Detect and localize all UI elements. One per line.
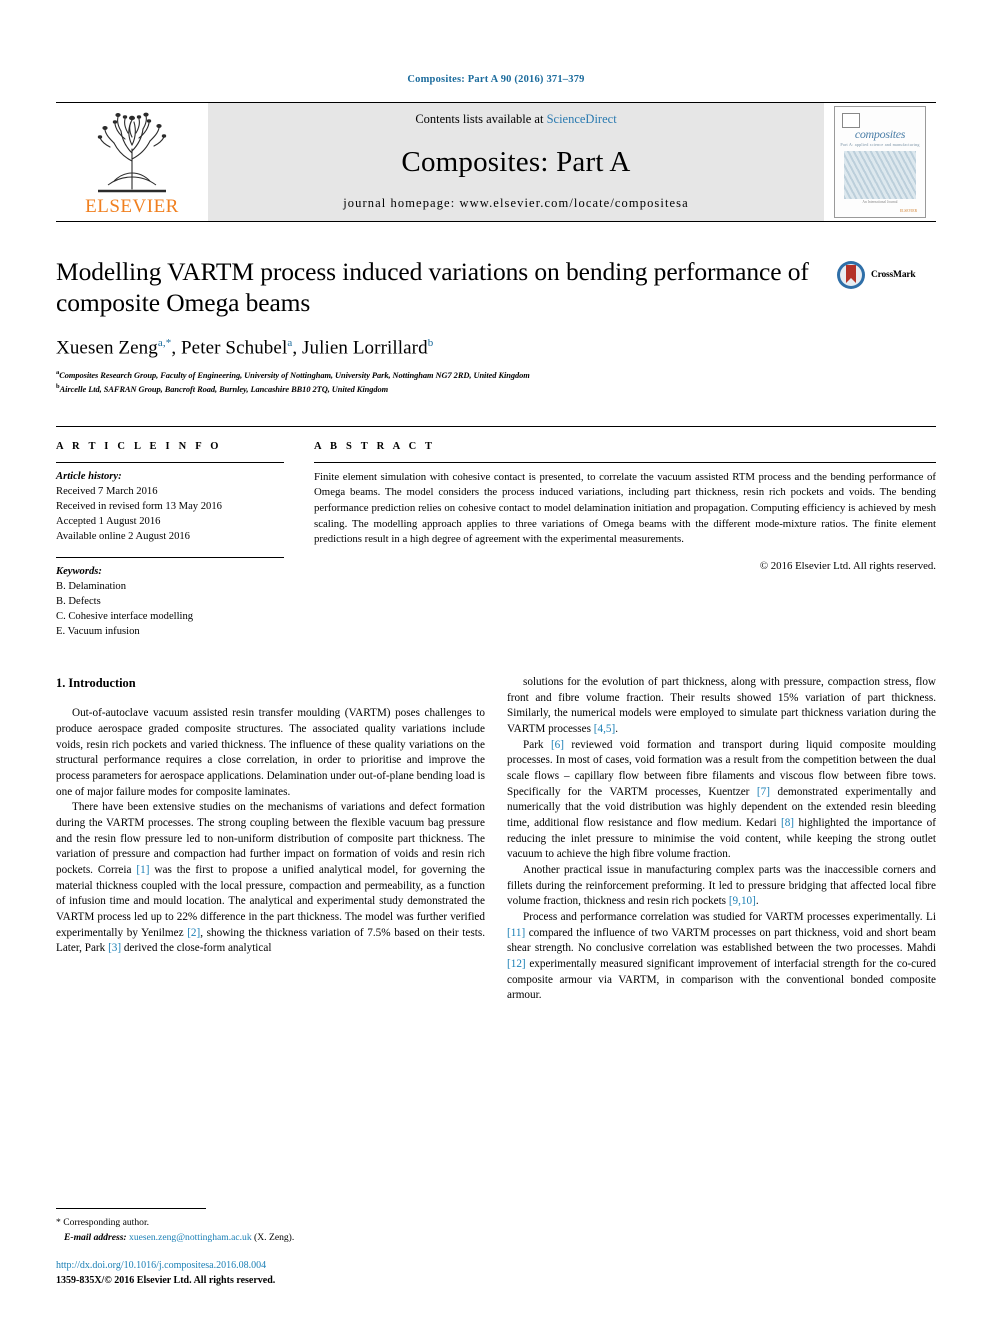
section-heading-introduction: 1. Introduction — [56, 675, 136, 690]
corresponding-author-text: Corresponding author. — [63, 1217, 150, 1229]
cover-footer-note: An International Journal — [862, 200, 898, 204]
author-name: Julien Lorrillard — [302, 337, 428, 359]
article-info-column: A R T I C L E I N F O Article history: R… — [56, 441, 314, 639]
cover-artwork — [844, 151, 916, 199]
journal-article-page: Composites: Part A 90 (2016) 371–379 ELS… — [0, 0, 992, 1323]
citation-link[interactable]: [7] — [757, 786, 770, 798]
author-marks: b — [427, 336, 434, 349]
abstract-copyright: © 2016 Elsevier Ltd. All rights reserved… — [759, 559, 936, 572]
body-paragraph: There have been extensive studies on the… — [56, 801, 485, 955]
affiliation-text: Composites Research Group, Faculty of En… — [59, 370, 530, 380]
elsevier-tree-icon — [97, 112, 167, 193]
body-paragraph: Another practical issue in manufacturing… — [507, 864, 936, 908]
citation-link[interactable]: [9,10] — [729, 895, 756, 907]
crossmark-label: CrossMark — [871, 270, 916, 280]
info-abstract-section: A R T I C L E I N F O Article history: R… — [56, 425, 936, 639]
affiliation-text: Aircelle Ltd, SAFRAN Group, Bancroft Roa… — [59, 384, 389, 394]
keyword-item: E. Vacuum infusion — [56, 625, 140, 637]
crossmark-badge[interactable]: CrossMark — [836, 256, 936, 290]
elsevier-logo: ELSEVIER — [56, 103, 208, 221]
doi-link[interactable]: http://dx.doi.org/10.1016/j.compositesa.… — [56, 1259, 486, 1274]
article-history-label: Article history: — [56, 470, 122, 482]
corresponding-author-note: * Corresponding author. — [56, 1216, 486, 1230]
author-list: Xuesen Zenga,*, Peter Schubela, Julien L… — [56, 336, 434, 359]
page-title: Modelling VARTM process induced variatio… — [56, 257, 809, 318]
email-label: E-mail address: — [64, 1231, 127, 1243]
footnote-block: * Corresponding author. E-mail address: … — [56, 1208, 486, 1288]
email-note: E-mail address: xuesen.zeng@nottingham.a… — [56, 1231, 486, 1245]
journal-homepage[interactable]: journal homepage: www.elsevier.com/locat… — [343, 196, 689, 211]
history-item: Available online 2 August 2016 — [56, 530, 190, 542]
keyword-item: B. Defects — [56, 595, 101, 607]
citation-link[interactable]: [1] — [136, 864, 149, 876]
body-paragraph: Out-of-autoclave vacuum assisted resin t… — [56, 707, 486, 798]
citation-link[interactable]: [3] — [108, 942, 121, 954]
affiliation-item: aComposites Research Group, Faculty of E… — [56, 368, 822, 382]
author-name: Peter Schubel — [181, 337, 288, 359]
title-block: Modelling VARTM process induced variatio… — [56, 256, 936, 396]
article-info-heading: A R T I C L E I N F O — [56, 440, 222, 452]
citation-link[interactable]: [2] — [187, 927, 200, 939]
citation-link[interactable]: [12] — [507, 958, 526, 970]
elsevier-wordmark: ELSEVIER — [85, 196, 179, 217]
body-paragraph: Park [6] reviewed void formation and tra… — [507, 738, 936, 861]
masthead-bottom-rule — [56, 221, 936, 222]
cover-footer-brand: ELSEVIER — [900, 209, 917, 213]
body-column-right: solutions for the evolution of part thic… — [507, 675, 936, 1004]
journal-masthead: ELSEVIER Contents lists available at Sci… — [56, 102, 936, 221]
keyword-item: B. Delamination — [56, 580, 127, 592]
journal-cover-thumbnail: composites Part A: applied science and m… — [824, 103, 936, 221]
cover-image: composites Part A: applied science and m… — [834, 106, 926, 218]
email-suffix: (X. Zeng). — [254, 1231, 295, 1243]
author-marks: a — [287, 336, 293, 349]
cover-title: composites — [854, 127, 906, 141]
citation-link[interactable]: [11] — [507, 927, 525, 939]
citation-link[interactable]: [6] — [551, 739, 564, 751]
abstract-text: Finite element simulation with cohesive … — [314, 470, 936, 546]
body-paragraph: solutions for the evolution of part thic… — [507, 675, 936, 735]
sciencedirect-line: Contents lists available at ScienceDirec… — [415, 112, 616, 127]
contents-prefix: Contents lists available at — [415, 112, 547, 126]
keyword-item: C. Cohesive interface modelling — [56, 610, 194, 622]
abstract-column: A B S T R A C T Finite element simulatio… — [314, 441, 936, 639]
keywords-block: Keywords: B. Delamination B. Defects C. … — [56, 556, 284, 639]
cover-subtitle: Part A: applied science and manufacturin… — [840, 142, 920, 147]
abstract-heading: A B S T R A C T — [314, 440, 436, 452]
corresponding-author-mark: * — [56, 1217, 61, 1229]
citation-link[interactable]: [4,5] — [594, 723, 615, 735]
article-history: Article history: Received 7 March 2016 R… — [56, 463, 284, 544]
footnote-rule — [56, 1208, 206, 1210]
email-link[interactable]: xuesen.zeng@nottingham.ac.uk — [129, 1232, 252, 1243]
running-head-citation: Composites: Part A 90 (2016) 371–379 — [407, 74, 585, 85]
sciencedirect-link[interactable]: ScienceDirect — [547, 112, 617, 126]
affiliation-list: aComposites Research Group, Faculty of E… — [56, 368, 822, 396]
body-paragraph: Process and performance correlation was … — [507, 911, 936, 1002]
keywords-list: Keywords: B. Delamination B. Defects C. … — [56, 558, 284, 639]
doi-block: http://dx.doi.org/10.1016/j.compositesa.… — [56, 1259, 486, 1288]
article-body: 1. Introduction Out-of-autoclave vacuum … — [56, 675, 936, 1004]
journal-banner: Contents lists available at ScienceDirec… — [208, 103, 824, 221]
citation-link[interactable]: [8] — [781, 817, 794, 829]
crossmark-icon — [837, 261, 865, 289]
history-item: Received 7 March 2016 — [56, 485, 158, 497]
issn-copyright-line: 1359-835X/© 2016 Elsevier Ltd. All right… — [56, 1274, 276, 1286]
author-name: Xuesen Zeng — [56, 337, 158, 359]
history-item: Accepted 1 August 2016 — [56, 515, 161, 527]
affiliation-item: bAircelle Ltd, SAFRAN Group, Bancroft Ro… — [56, 382, 822, 396]
cover-publisher-logo-icon — [842, 113, 860, 128]
author-marks: a,* — [157, 336, 172, 349]
history-item: Received in revised form 13 May 2016 — [56, 500, 222, 512]
body-column-left: 1. Introduction Out-of-autoclave vacuum … — [56, 675, 485, 1004]
keywords-label: Keywords: — [56, 565, 102, 577]
journal-title: Composites: Part A — [401, 145, 631, 178]
